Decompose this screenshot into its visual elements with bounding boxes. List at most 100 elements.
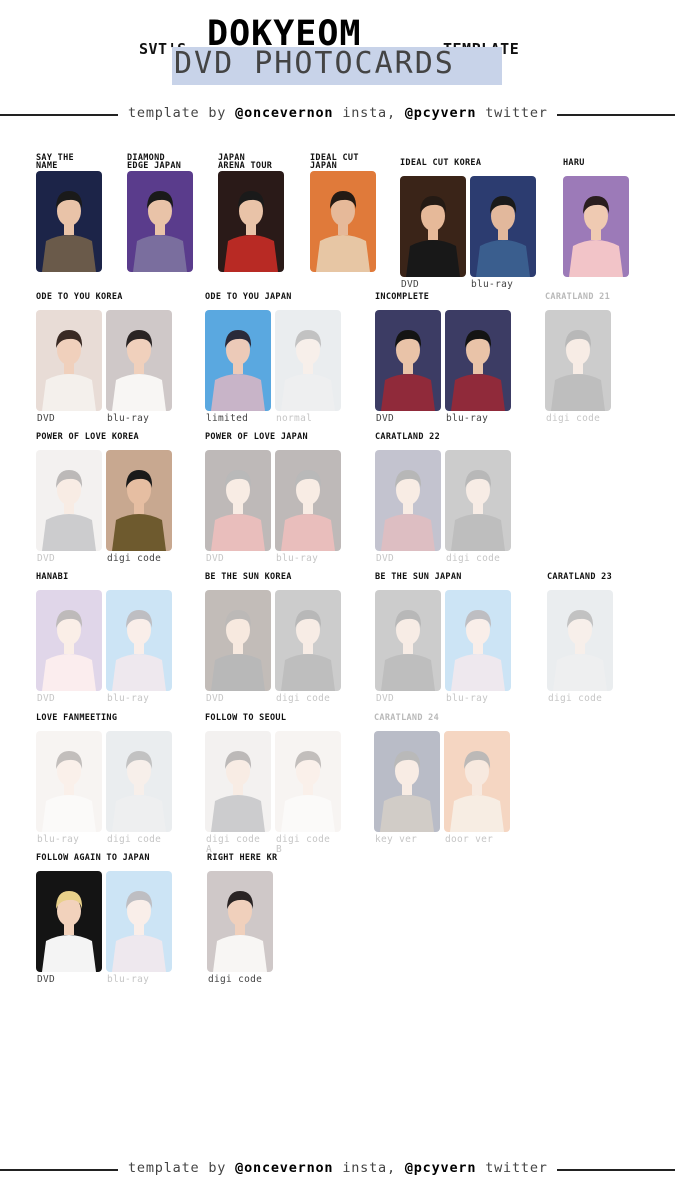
section-title: CARATLAND 23 — [547, 572, 613, 582]
card-version-label: digi code — [107, 553, 162, 564]
photocard[interactable] — [400, 176, 466, 277]
card-version-label: DVD — [37, 553, 56, 564]
photocard[interactable] — [375, 590, 441, 691]
section-title: LOVE FANMEETING — [36, 713, 118, 723]
credit-line: template by @oncevernon insta, @pcyvern … — [128, 105, 548, 121]
photocard[interactable] — [36, 590, 102, 691]
card-version-label: digi code — [446, 553, 501, 564]
photocard[interactable] — [36, 450, 102, 551]
section-title: JAPAN ARENA TOUR — [218, 153, 273, 171]
section-title: SAY THE NAME — [36, 153, 74, 171]
page-title: DOKYEOM — [207, 14, 362, 54]
card-version-label: digi code — [208, 974, 263, 985]
twitter-handle[interactable]: @pcyvern — [405, 105, 476, 121]
photocard[interactable] — [547, 590, 613, 691]
photocard[interactable] — [470, 176, 536, 277]
card-version-label: DVD — [206, 693, 225, 704]
photocard[interactable] — [36, 171, 102, 272]
photocard[interactable] — [444, 731, 510, 832]
card-version-label: door ver — [445, 834, 494, 845]
card-version-label: blu-ray — [446, 413, 489, 424]
photocard[interactable] — [207, 871, 273, 972]
photocard[interactable] — [374, 731, 440, 832]
photocard[interactable] — [36, 731, 102, 832]
photocard[interactable] — [375, 450, 441, 551]
photocard[interactable] — [127, 171, 193, 272]
section-title: IDEAL CUT KOREA — [400, 158, 482, 168]
photocard[interactable] — [375, 310, 441, 411]
photocard[interactable] — [205, 310, 271, 411]
section-title: IDEAL CUT JAPAN — [310, 153, 359, 171]
photocard[interactable] — [205, 731, 271, 832]
section-title: FOLLOW AGAIN TO JAPAN — [36, 853, 150, 863]
photocard[interactable] — [218, 171, 284, 272]
section-title: CARATLAND 22 — [375, 432, 441, 442]
section-title: BE THE SUN KOREA — [205, 572, 292, 582]
credit-insta-word: insta, — [342, 105, 396, 121]
section-title: POWER OF LOVE KOREA — [36, 432, 139, 442]
credit-lead: template by — [128, 105, 227, 121]
card-version-label: limited — [206, 413, 249, 424]
credit-twitter-word: twitter — [485, 105, 548, 121]
card-version-label: digi code — [546, 413, 601, 424]
photocard[interactable] — [275, 450, 341, 551]
photocard[interactable] — [445, 310, 511, 411]
photocard[interactable] — [205, 450, 271, 551]
twitter-handle[interactable]: @pcyvern — [405, 1160, 476, 1176]
photocard[interactable] — [36, 310, 102, 411]
photocard[interactable] — [275, 590, 341, 691]
photocard[interactable] — [106, 450, 172, 551]
credit-twitter-word: twitter — [485, 1160, 548, 1176]
card-version-label: DVD — [376, 693, 395, 704]
divider-left — [0, 114, 118, 116]
section-title: ODE TO YOU JAPAN — [205, 292, 292, 302]
card-version-label: digi code — [107, 834, 162, 845]
photocard[interactable] — [106, 310, 172, 411]
photocard[interactable] — [106, 590, 172, 691]
photocard[interactable] — [205, 590, 271, 691]
photocard[interactable] — [275, 310, 341, 411]
section-title: BE THE SUN JAPAN — [375, 572, 462, 582]
card-version-label: DVD — [376, 413, 395, 424]
card-version-label: blu-ray — [107, 693, 150, 704]
photocard[interactable] — [445, 450, 511, 551]
card-version-label: blu-ray — [107, 413, 150, 424]
photocard[interactable] — [106, 731, 172, 832]
credit-lead: template by — [128, 1160, 227, 1176]
card-version-label: DVD — [206, 553, 225, 564]
photocard[interactable] — [310, 171, 376, 272]
photocard[interactable] — [275, 731, 341, 832]
section-title: HARU — [563, 158, 585, 168]
photocard[interactable] — [445, 590, 511, 691]
divider-right — [557, 114, 675, 116]
card-version-label: digi code — [548, 693, 603, 704]
section-title: HANABI — [36, 572, 69, 582]
instagram-handle[interactable]: @oncevernon — [235, 1160, 333, 1176]
photocard[interactable] — [563, 176, 629, 277]
card-version-label: blu-ray — [446, 693, 489, 704]
section-title: CARATLAND 21 — [545, 292, 611, 302]
card-version-label: DVD — [37, 974, 56, 985]
photocard[interactable] — [545, 310, 611, 411]
section-title: ODE TO YOU KOREA — [36, 292, 123, 302]
card-version-label: key ver — [375, 834, 418, 845]
section-title: POWER OF LOVE JAPAN — [205, 432, 308, 442]
card-version-label: blu-ray — [276, 553, 319, 564]
section-title: DIAMOND EDGE JAPAN — [127, 153, 182, 171]
credit-insta-word: insta, — [342, 1160, 396, 1176]
photocard[interactable] — [106, 871, 172, 972]
card-version-label: blu-ray — [471, 279, 514, 290]
photocard[interactable] — [36, 871, 102, 972]
section-title: FOLLOW TO SEOUL — [205, 713, 287, 723]
divider-right-bottom — [557, 1169, 675, 1171]
card-version-label: blu-ray — [37, 834, 80, 845]
instagram-handle[interactable]: @oncevernon — [235, 105, 333, 121]
card-version-label: digi code A — [206, 834, 261, 855]
card-version-label: normal — [276, 413, 313, 424]
card-version-label: DVD — [401, 279, 420, 290]
divider-left-bottom — [0, 1169, 118, 1171]
section-title: CARATLAND 24 — [374, 713, 440, 723]
section-title: INCOMPLETE — [375, 292, 430, 302]
card-version-label: blu-ray — [107, 974, 150, 985]
credit-line-bottom: template by @oncevernon insta, @pcyvern … — [128, 1160, 548, 1176]
